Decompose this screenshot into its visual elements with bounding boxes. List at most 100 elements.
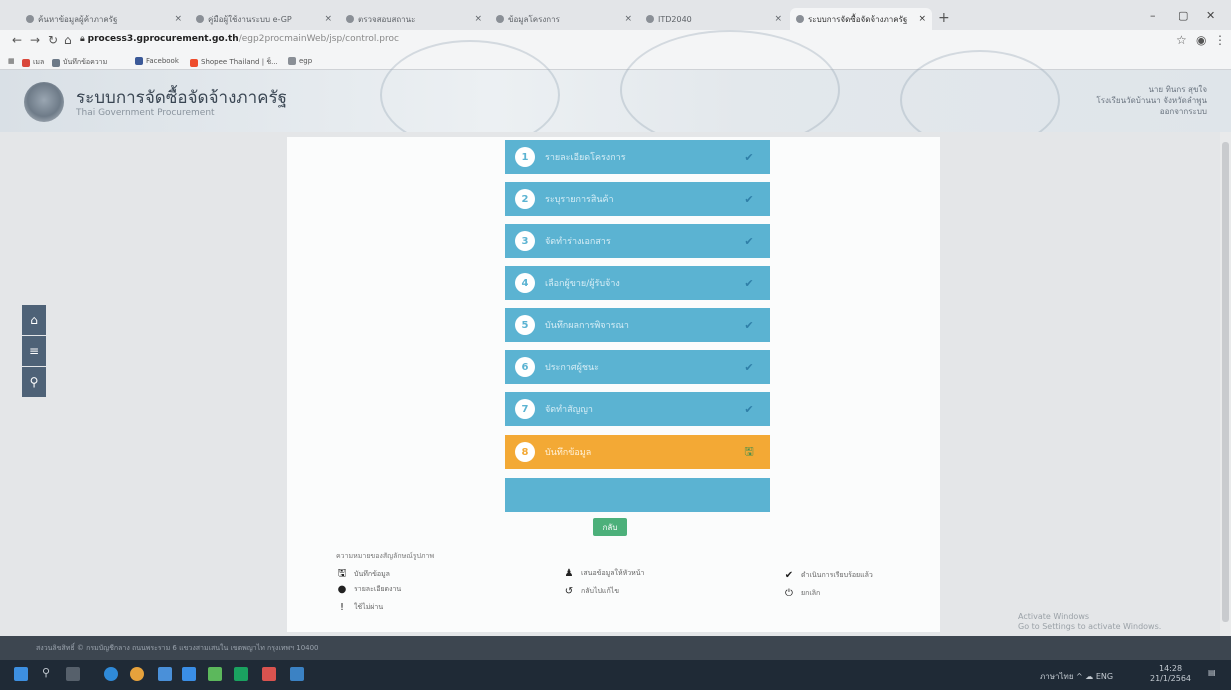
bookmarks-bar: ▦ เมล บันทึกข้อความ Facebook Shopee Thai… [0,54,1231,70]
check-icon: ✔ [744,360,754,374]
windows-taskbar: ⚲ ภาษาไทย ^ ☁ ENG 14:28 21/1/2564 ▤ [0,660,1231,690]
step-8-active[interactable]: 8 บันทึกข้อมูล 🖫 [505,435,770,469]
activate-windows-watermark: Activate Windows Go to Settings to activ… [1018,612,1162,631]
app-icon[interactable] [234,667,248,681]
close-icon[interactable]: × [624,14,632,24]
reload-icon[interactable]: ↻ [48,33,58,47]
legend-label: เสนอข้อมูลให้หัวหน้า [581,569,645,577]
user-icon: ♟ [564,568,574,579]
url-domain: process3.gprocurement.go.th [87,34,239,44]
bookmark-item[interactable]: egp [288,57,312,65]
home-icon[interactable]: ⌂ [22,305,46,335]
check-icon: ✔ [744,402,754,416]
step-2[interactable]: 2 ระบุรายการสินค้า ✔ [505,182,770,216]
back-icon[interactable]: ← [12,33,22,47]
system-tray[interactable]: ภาษาไทย ^ ☁ ENG [1040,670,1113,683]
bookmark-icon [288,57,296,65]
step-label: จัดทำร่างเอกสาร [545,237,611,247]
windows-start-icon[interactable] [14,667,28,681]
close-icon[interactable]: × [474,14,482,24]
legend-label: รายละเอียดงาน [354,585,402,593]
browser-tab[interactable]: ข้อมูลโครงการ × [490,8,638,30]
profile-icon[interactable]: ◉ [1196,33,1206,47]
check-icon: ✔ [744,150,754,164]
bookmark-item[interactable]: Shopee Thailand | ช็... [190,57,278,68]
browser-tab-strip: ค้นหาข้อมูลผู้ค้าภาครัฐ × คู่มือผู้ใช้งา… [0,0,1231,30]
close-icon[interactable]: × [324,14,332,24]
logout-link[interactable]: ออกจากระบบ [1096,106,1207,117]
clock[interactable]: 14:28 21/1/2564 [1150,664,1191,684]
globe-icon [26,15,34,23]
bookmark-item[interactable]: Facebook [135,57,179,65]
bookmark-item[interactable]: บันทึกข้อความ [52,57,107,68]
step-label: ระบุรายการสินค้า [545,195,614,205]
scrollbar-thumb[interactable] [1222,142,1229,622]
more-menu-icon[interactable]: ⋮ [1214,33,1226,47]
search-icon[interactable]: ⚲ [22,367,46,397]
step-number: 2 [515,189,535,209]
bookmark-icon [22,58,30,67]
line-icon[interactable] [208,667,222,681]
browser-tab[interactable]: ค้นหาข้อมูลผู้ค้าภาครัฐ × [20,8,188,30]
user-info: นาย ทินกร สุขใจ โรงเรียนวัดบ้านนา จังหวั… [1096,84,1207,117]
check-icon: ✔ [744,192,754,206]
chrome-icon[interactable] [130,667,144,681]
home-browser-icon[interactable]: ⌂ [64,33,72,47]
search-taskbar-icon[interactable]: ⚲ [42,666,56,680]
star-icon[interactable]: ☆ [1176,33,1187,47]
task-view-icon[interactable] [66,667,80,681]
step-number: 5 [515,315,535,335]
notification-icon[interactable]: ▤ [1208,668,1216,677]
file-explorer-icon[interactable] [158,667,172,681]
close-icon[interactable]: × [918,14,926,24]
legend-label: ดำเนินการเรียบร้อยแล้ว [801,571,873,579]
word-icon[interactable] [290,667,304,681]
legend-item: 🖫 บันทึกข้อมูล [336,566,390,583]
step-6[interactable]: 6 ประกาศผู้ชนะ ✔ [505,350,770,384]
step-5[interactable]: 5 บันทึกผลการพิจารณา ✔ [505,308,770,342]
close-icon[interactable]: × [174,14,182,24]
globe-icon [796,15,804,23]
browser-tab[interactable]: ตรวจสอบสถานะ × [340,8,488,30]
site-subtitle: Thai Government Procurement [76,108,215,118]
address-bar[interactable]: 🔒︎ process3.gprocurement.go.th/egp2procm… [80,34,399,44]
step-4[interactable]: 4 เลือกผู้ขาย/ผู้รับจ้าง ✔ [505,266,770,300]
bookmark-item[interactable]: เมล [22,57,44,68]
tab-title: ข้อมูลโครงการ [508,14,560,24]
close-icon[interactable]: × [774,14,782,24]
browser-tab[interactable]: คู่มือผู้ใช้งานระบบ e-GP × [190,8,338,30]
back-button[interactable]: กลับ [593,518,627,536]
store-icon[interactable] [182,667,196,681]
step-placeholder [505,478,770,512]
browser-tab[interactable]: ITD2040 × [640,8,788,30]
apps-icon[interactable]: ▦ [8,57,15,65]
check-icon: ✔ [744,276,754,290]
step-label: เลือกผู้ขาย/ผู้รับจ้าง [545,279,620,289]
step-1[interactable]: 1 รายละเอียดโครงการ ✔ [505,140,770,174]
side-quick-menu: ⌂ ≡ ⚲ [22,305,46,398]
step-number: 7 [515,399,535,419]
app-icon[interactable] [262,667,276,681]
minimize-icon[interactable]: – [1150,9,1156,22]
scrollbar[interactable] [1220,132,1231,636]
legend-label: กลับไปแก้ไข [581,587,619,595]
edge-icon[interactable] [104,667,118,681]
clock-time: 14:28 [1158,664,1183,673]
maximize-icon[interactable]: ▢ [1178,9,1188,22]
government-logo[interactable] [24,82,64,122]
shopee-icon [190,58,198,67]
close-window-icon[interactable]: ✕ [1206,9,1215,22]
legend-label: ยกเลิก [801,589,821,597]
globe-icon [346,15,354,23]
lock-icon: 🔒︎ [80,34,88,44]
step-label: บันทึกข้อมูล [545,448,592,458]
forward-icon[interactable]: → [30,33,40,47]
check-icon: ✔ [784,570,794,581]
new-tab-button[interactable]: + [938,10,950,26]
menu-icon[interactable]: ≡ [22,336,46,366]
step-7[interactable]: 7 จัดทำสัญญา ✔ [505,392,770,426]
step-number: 1 [515,147,535,167]
browser-tab-active[interactable]: ระบบการจัดซื้อจัดจ้างภาครัฐ × [790,8,932,30]
globe-icon [196,15,204,23]
step-3[interactable]: 3 จัดทำร่างเอกสาร ✔ [505,224,770,258]
